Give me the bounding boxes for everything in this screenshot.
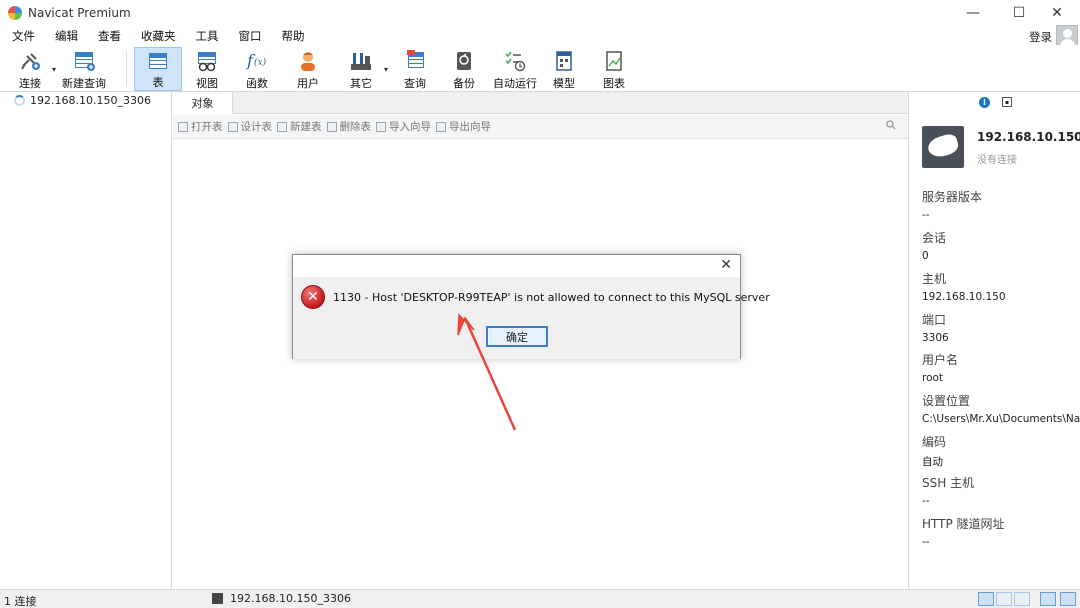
info-icon[interactable]: i	[979, 97, 990, 108]
info-pane: i ▪ 192.168.10.150... 没有连接 服务器版本-- 会话0 主…	[908, 92, 1080, 589]
port-field: 端口 3306	[922, 313, 949, 344]
loading-spinner-icon	[14, 95, 25, 106]
other-tools-icon	[349, 50, 373, 72]
main-toolbar: 连接 ▾ 新建查询 表 视图 f (x) 函数 用户 其它 ▾ 查询 备份 自动…	[0, 45, 1080, 92]
menu-favorites[interactable]: 收藏夹	[133, 28, 184, 44]
object-toolbar: 打开表 设计表 新建表 删除表 导入向导 导出向导	[173, 115, 908, 139]
design-table-button[interactable]: 设计表	[227, 119, 272, 134]
delete-table-icon	[326, 121, 337, 132]
mysql-dolphin-icon	[922, 126, 964, 168]
connection-title: 192.168.10.150...	[977, 130, 1080, 144]
ddl-icon[interactable]: ▪	[1002, 97, 1012, 107]
menu-bar: 文件 编辑 查看 收藏夹 工具 窗口 帮助 登录	[0, 27, 1080, 45]
delete-table-button[interactable]: 删除表	[326, 119, 371, 134]
ssh-host-field: SSH 主机 --	[922, 476, 975, 507]
menu-view[interactable]: 查看	[90, 28, 129, 44]
new-table-icon	[277, 121, 287, 132]
other-dropdown-icon[interactable]: ▾	[384, 65, 388, 74]
chart-button[interactable]: 图表	[597, 47, 631, 91]
new-table-button[interactable]: 新建表	[277, 119, 322, 134]
model-icon	[552, 50, 576, 72]
error-message: 1130 - Host 'DESKTOP-R99TEAP' is not all…	[333, 291, 770, 304]
toggle-right-pane-icon[interactable]	[1060, 592, 1076, 606]
view-icon	[195, 50, 219, 72]
backup-icon	[452, 50, 476, 72]
import-wizard-icon	[376, 121, 386, 132]
connect-button[interactable]: 连接	[14, 47, 46, 91]
minimize-button[interactable]: —	[950, 0, 996, 26]
http-tunnel-field: HTTP 隧道网址 --	[922, 517, 1005, 548]
new-query-icon	[72, 50, 96, 72]
server-version-field: 服务器版本 --	[922, 190, 983, 221]
tab-objects[interactable]: 对象	[173, 92, 233, 114]
view-button[interactable]: 视图	[190, 47, 224, 91]
navicat-logo-icon	[8, 6, 22, 20]
connection-count: 1 连接	[4, 595, 37, 608]
object-list-area[interactable]	[173, 139, 908, 589]
query-button[interactable]: 查询	[398, 47, 432, 91]
export-wizard-button[interactable]: 导出向导	[436, 119, 491, 134]
toggle-left-pane-icon[interactable]	[1040, 592, 1056, 606]
sessions-field: 会话 0	[922, 231, 947, 262]
user-icon	[296, 50, 320, 72]
login-link[interactable]: 登录	[1029, 29, 1052, 45]
list-view-icon[interactable]	[996, 592, 1012, 606]
tab-strip: 对象	[173, 92, 908, 114]
connection-status-icon	[212, 593, 223, 604]
menu-file[interactable]: 文件	[4, 28, 43, 44]
settings-location-field: 设置位置 C:\Users\Mr.Xu\Documents\Na	[922, 394, 1080, 425]
chart-icon	[602, 50, 626, 72]
plug-icon	[18, 50, 42, 72]
svg-text:(x): (x)	[254, 57, 267, 68]
backup-button[interactable]: 备份	[447, 47, 481, 91]
table-button[interactable]: 表	[134, 47, 182, 91]
username-field: 用户名 root	[922, 353, 959, 384]
status-connection-name: 192.168.10.150_3306	[230, 592, 351, 605]
close-window-button[interactable]: ✕	[1034, 0, 1080, 26]
search-icon[interactable]	[886, 120, 896, 133]
menu-window[interactable]: 窗口	[231, 28, 270, 44]
encoding-field: 编码 自动	[922, 435, 947, 468]
menu-edit[interactable]: 编辑	[47, 28, 86, 44]
connection-tree: 192.168.10.150_3306	[0, 92, 172, 589]
design-table-icon	[227, 121, 238, 132]
grid-view-icon[interactable]	[978, 592, 994, 606]
window-title: Navicat Premium	[28, 6, 131, 20]
dialog-close-button[interactable]: ✕	[720, 257, 732, 273]
detail-view-icon[interactable]	[1014, 592, 1030, 606]
menu-help[interactable]: 帮助	[274, 28, 313, 44]
connection-status: 没有连接	[977, 155, 1017, 166]
export-wizard-icon	[436, 121, 446, 132]
table-icon	[146, 51, 170, 71]
automation-icon	[503, 50, 527, 72]
menu-tools[interactable]: 工具	[188, 28, 227, 44]
host-field: 主机 192.168.10.150	[922, 272, 1006, 303]
automation-button[interactable]: 自动运行	[492, 47, 538, 91]
ok-button[interactable]: 确定	[486, 326, 548, 347]
error-dialog: ✕ ✕ 1130 - Host 'DESKTOP-R99TEAP' is not…	[292, 254, 770, 359]
connection-item[interactable]: 192.168.10.150_3306	[14, 94, 151, 107]
status-bar: 1 连接 192.168.10.150_3306	[0, 589, 1080, 608]
title-bar: Navicat Premium	[0, 0, 1080, 26]
connection-name: 192.168.10.150_3306	[30, 94, 151, 107]
new-query-button[interactable]: 新建查询	[62, 47, 106, 91]
query-icon	[403, 50, 427, 72]
user-button[interactable]: 用户	[291, 47, 325, 91]
open-table-icon	[178, 121, 188, 132]
error-icon: ✕	[301, 285, 325, 309]
import-wizard-button[interactable]: 导入向导	[376, 119, 431, 134]
avatar[interactable]	[1056, 25, 1078, 47]
function-button[interactable]: f (x) 函数	[240, 47, 274, 91]
open-table-button[interactable]: 打开表	[178, 119, 223, 134]
model-button[interactable]: 模型	[547, 47, 581, 91]
function-icon: f (x)	[245, 50, 269, 72]
other-button[interactable]: 其它	[344, 47, 378, 91]
connect-dropdown-icon[interactable]: ▾	[52, 65, 56, 74]
